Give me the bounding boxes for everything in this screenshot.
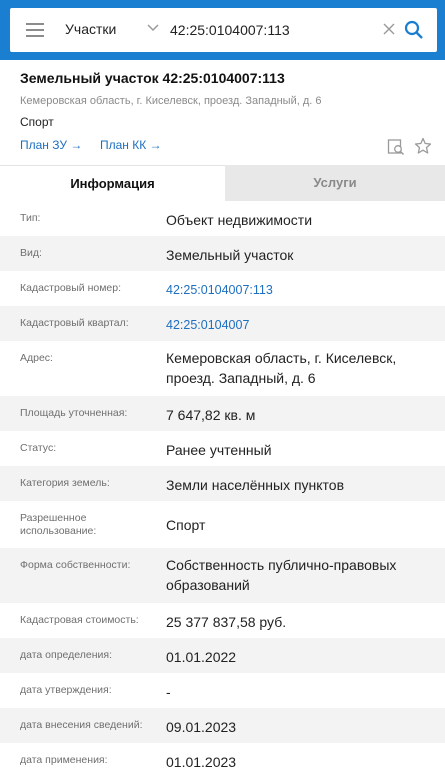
row-value: - — [166, 684, 171, 700]
info-row-ownership: Форма собственности: Собственность публи… — [0, 548, 445, 603]
parcel-usage: Спорт — [20, 115, 54, 129]
row-value: 01.01.2022 — [166, 649, 237, 665]
row-value: 7 647,82 кв. м — [166, 407, 256, 423]
layer-select[interactable]: Участки — [65, 21, 116, 37]
tab-bar: Информация Услуги — [0, 165, 445, 201]
row-label: Статус: — [20, 442, 57, 454]
row-label: Кадастровый квартал: — [20, 317, 129, 329]
info-row-address: Адрес: Кемеровская область, г. Киселевск… — [0, 341, 445, 396]
row-label: дата применения: — [20, 754, 108, 766]
map-search-icon[interactable] — [387, 138, 405, 156]
row-label: Кадастровый номер: — [20, 282, 122, 294]
tab-services[interactable]: Услуги — [225, 165, 445, 201]
info-row-land-category: Категория земель: Земли населённых пункт… — [0, 466, 445, 501]
info-row-permitted-use: Разрешенное использование: Спорт — [0, 501, 445, 548]
info-row-approval-date: дата утверждения: - — [0, 673, 445, 708]
row-value: Спорт — [166, 517, 206, 533]
row-value: Собственность публично-правовых образова… — [166, 557, 397, 593]
parcel-address: Кемеровская область, г. Киселевск, проез… — [20, 95, 322, 107]
row-label: Адрес: — [20, 352, 53, 364]
row-value: 09.01.2023 — [166, 719, 237, 735]
row-label: Тип: — [20, 212, 41, 224]
menu-icon[interactable] — [26, 23, 44, 37]
plan-zu-link[interactable]: План ЗУ → — [20, 138, 82, 152]
info-row-status: Статус: Ранее учтенный — [0, 431, 445, 466]
row-label: Форма собственности: — [20, 559, 131, 571]
row-value: Кемеровская область, г. Киселевск, проез… — [166, 350, 397, 386]
row-value: Земельный участок — [166, 247, 294, 263]
info-table: Тип: Объект недвижимости Вид: Земельный … — [0, 201, 445, 778]
info-row-cadastral-value: Кадастровая стоимость: 25 377 837,58 руб… — [0, 603, 445, 638]
search-icon[interactable] — [404, 20, 424, 40]
tab-info[interactable]: Информация — [0, 165, 225, 201]
chevron-down-icon[interactable] — [146, 20, 160, 34]
row-value: Земли населённых пунктов — [166, 477, 345, 493]
row-label: Категория земель: — [20, 477, 110, 489]
info-row-cadastral-number: Кадастровый номер: 42:25:0104007:113 — [0, 271, 445, 306]
info-row-area: Площадь уточненная: 7 647,82 кв. м — [0, 396, 445, 431]
info-row-entry-date: дата внесения сведений: 09.01.2023 — [0, 708, 445, 743]
row-value: 01.01.2023 — [166, 754, 237, 770]
row-value: Объект недвижимости — [166, 212, 313, 228]
row-label: Площадь уточненная: — [20, 407, 128, 419]
parcel-header: Земельный участок 42:25:0104007:113 Кеме… — [0, 60, 445, 165]
row-label: Кадастровая стоимость: — [20, 614, 139, 626]
row-label: дата внесения сведений: — [20, 719, 143, 731]
plan-kk-link[interactable]: План КК → — [100, 138, 162, 152]
row-label: Разрешенное использование: — [20, 512, 97, 537]
cadastral-number-link[interactable]: 42:25:0104007:113 — [166, 280, 436, 300]
info-row-type: Тип: Объект недвижимости — [0, 201, 445, 236]
info-row-kind: Вид: Земельный участок — [0, 236, 445, 271]
info-row-cadastral-quarter: Кадастровый квартал: 42:25:0104007 — [0, 306, 445, 341]
row-label: дата утверждения: — [20, 684, 112, 696]
search-box: Участки — [10, 8, 437, 52]
info-row-determination-date: дата определения: 01.01.2022 — [0, 638, 445, 673]
close-icon[interactable] — [382, 22, 396, 36]
star-icon[interactable] — [414, 137, 432, 155]
top-bar: Участки — [0, 0, 445, 60]
page-title: Земельный участок 42:25:0104007:113 — [20, 70, 285, 86]
row-label: дата определения: — [20, 649, 113, 661]
row-label: Вид: — [20, 247, 42, 259]
cadastral-quarter-link[interactable]: 42:25:0104007 — [166, 315, 436, 335]
row-value: Ранее учтенный — [166, 442, 272, 458]
info-row-application-date: дата применения: 01.01.2023 — [0, 743, 445, 778]
row-value: 25 377 837,58 руб. — [166, 614, 287, 630]
search-input[interactable] — [170, 18, 370, 42]
